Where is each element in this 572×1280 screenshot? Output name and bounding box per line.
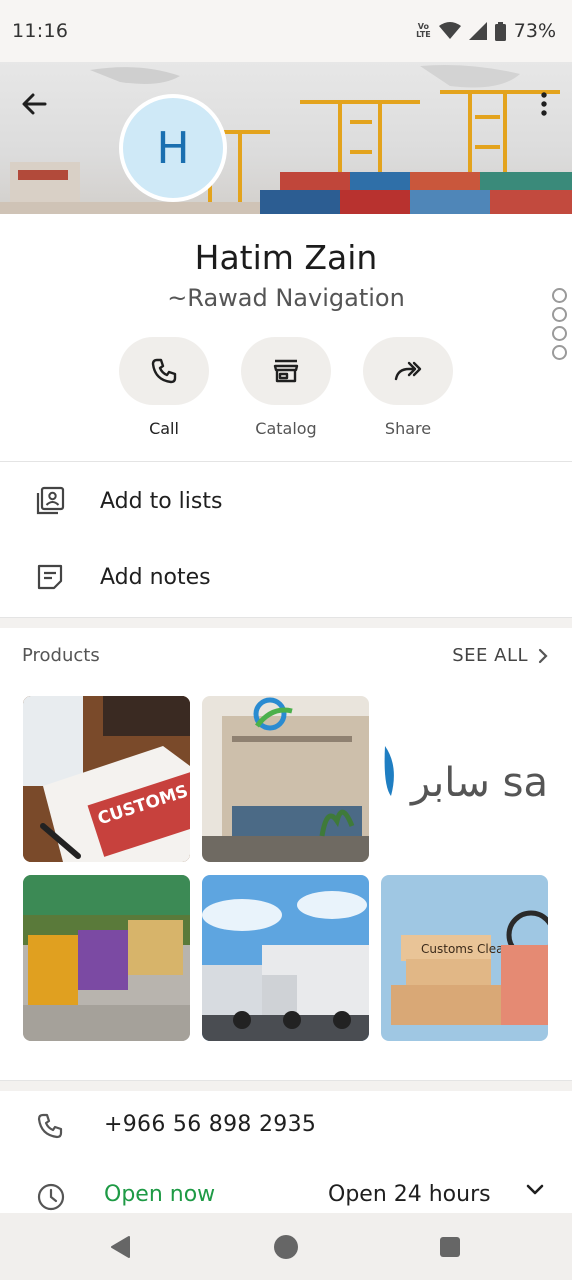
product-image-building (202, 696, 369, 862)
product-tile[interactable] (23, 875, 190, 1041)
catalog-button[interactable]: Catalog (241, 337, 331, 438)
share-forward-icon (394, 361, 422, 381)
product-tile[interactable]: Customs Clearance (381, 875, 548, 1041)
more-options-button[interactable] (530, 84, 558, 124)
status-time: 11:16 (12, 20, 69, 42)
contact-subtitle: ~Rawad Navigation (167, 284, 405, 312)
status-bar: 11:16 Vo LTE 73% (0, 0, 572, 62)
cover-port-illustration (0, 65, 572, 214)
indicator-dot (552, 307, 567, 322)
share-button[interactable]: Share (363, 337, 453, 438)
phone-icon (37, 1113, 63, 1139)
more-vert-icon (541, 92, 547, 116)
phone-number[interactable]: +966 56 898 2935 (104, 1112, 316, 1137)
tile-caption: سابر sabe (409, 760, 548, 806)
chevron-right-icon (538, 648, 548, 663)
triangle-back-icon (111, 1236, 130, 1258)
product-image-customs-blocks: Customs Clearance (381, 875, 548, 1041)
nav-recents-button[interactable] (436, 1233, 464, 1261)
square-recents-icon (440, 1237, 460, 1257)
indicator-dot (552, 326, 567, 341)
circle-home-icon (274, 1235, 298, 1259)
avatar-letter: H (156, 122, 190, 174)
wifi-icon (438, 22, 461, 39)
battery-icon (494, 21, 506, 41)
product-tile[interactable]: CUSTOMS CLEARA (23, 696, 190, 862)
see-all-button[interactable]: SEE ALL (452, 645, 548, 666)
arrow-back-icon (22, 93, 47, 115)
scroll-indicator (552, 288, 568, 360)
product-image-warehouse (23, 875, 190, 1041)
add-notes-row[interactable]: Add notes (0, 547, 572, 607)
call-label: Call (149, 419, 179, 438)
volte-icon: Vo LTE (416, 22, 431, 39)
catalog-label: Catalog (255, 419, 317, 438)
screen: 11:16 Vo LTE 73% H Hatim Zain ~Rawad Nav… (0, 0, 572, 1280)
system-nav-bar (0, 1213, 572, 1280)
avatar[interactable]: H (119, 94, 227, 202)
products-header: Products SEE ALL (22, 645, 548, 666)
open-status: Open now (104, 1182, 216, 1207)
catalog-button-circle[interactable] (241, 337, 331, 405)
product-image-customs-paper: CUSTOMS CLEARA (23, 696, 190, 862)
cover-image: H (0, 62, 572, 214)
status-icons: Vo LTE 73% (416, 20, 556, 42)
battery-percent: 73% (513, 20, 556, 42)
section-gap (0, 618, 572, 628)
share-button-circle[interactable] (363, 337, 453, 405)
hours-text: Open 24 hours (328, 1182, 491, 1207)
product-tile[interactable] (202, 875, 369, 1041)
see-all-label: SEE ALL (452, 645, 528, 666)
add-notes-label: Add notes (100, 564, 211, 590)
nav-back-button[interactable] (107, 1233, 135, 1261)
share-label: Share (384, 419, 432, 438)
product-tile[interactable]: سابر sabe (381, 696, 548, 862)
nav-home-button[interactable] (272, 1233, 300, 1261)
product-image-logo: سابر sabe (381, 696, 548, 862)
add-to-lists-row[interactable]: Add to lists (0, 471, 572, 531)
product-image-trucks (202, 875, 369, 1041)
indicator-dot (552, 345, 567, 360)
clock-icon (37, 1183, 65, 1211)
back-button[interactable] (14, 84, 54, 124)
call-button-circle[interactable] (119, 337, 209, 405)
product-tile[interactable] (202, 696, 369, 862)
divider (0, 461, 572, 462)
indicator-dot (552, 288, 567, 303)
note-icon (34, 561, 66, 593)
contact-list-icon (34, 485, 66, 517)
products-title: Products (22, 645, 100, 666)
phone-icon (151, 358, 177, 384)
signal-icon (468, 22, 487, 40)
phone-row[interactable]: +966 56 898 2935 (0, 1100, 572, 1160)
section-gap (0, 1081, 572, 1091)
call-button[interactable]: Call (119, 337, 209, 438)
chevron-down-icon[interactable] (526, 1184, 544, 1196)
add-to-lists-label: Add to lists (100, 488, 223, 514)
storefront-icon (273, 359, 299, 383)
contact-name: Hatim Zain (194, 238, 378, 277)
